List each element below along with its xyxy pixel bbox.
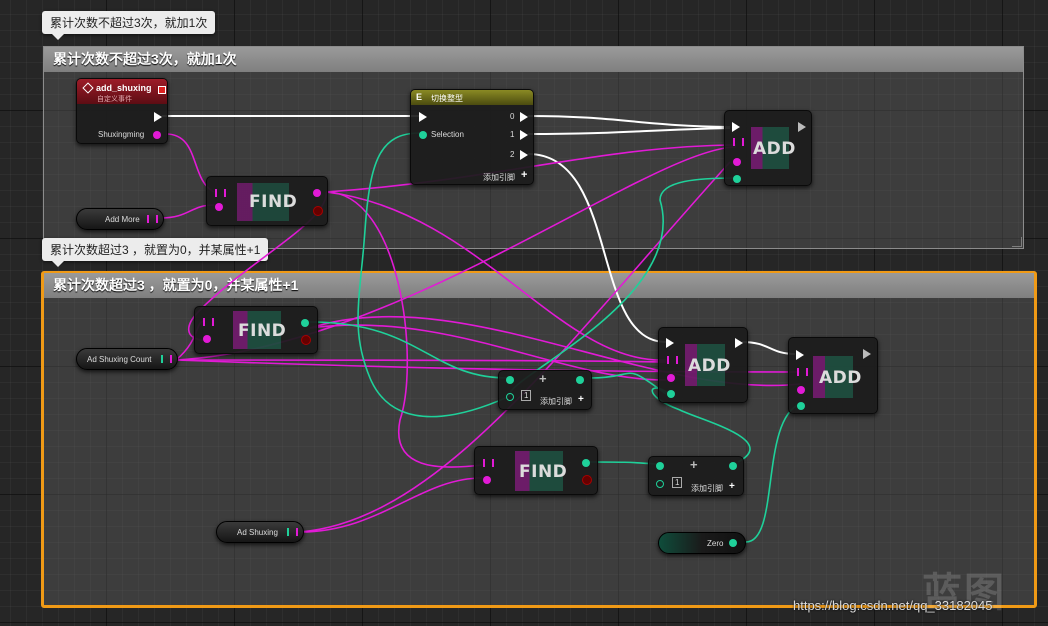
output-pin[interactable] — [301, 319, 309, 327]
node-title: 切换整型 — [431, 94, 463, 103]
wildcard-pin[interactable] — [215, 203, 223, 211]
pin-label: Selection — [431, 130, 464, 139]
bool-pin[interactable] — [313, 206, 323, 216]
node-title: ADD — [688, 356, 731, 376]
bool-pin[interactable] — [301, 335, 311, 345]
add-pin-label[interactable]: 添加引脚 — [483, 172, 515, 183]
pin-label: 2 — [510, 150, 515, 159]
bool-pin[interactable] — [582, 475, 592, 485]
index-field[interactable]: 1 — [521, 390, 532, 401]
map-pin-icon[interactable] — [667, 356, 678, 364]
int-pin[interactable] — [506, 376, 514, 384]
exec-out-hollow-icon[interactable] — [798, 122, 806, 132]
exec-out-pin[interactable] — [735, 338, 743, 348]
plus-icon[interactable]: + — [578, 394, 584, 405]
int-pin[interactable] — [656, 462, 664, 470]
variable-getter-ad-shuxing-count[interactable]: Ad Shuxing Count — [76, 348, 178, 370]
map-pin-icon[interactable] — [203, 318, 214, 326]
exec-out-pin[interactable] — [520, 150, 528, 160]
output-pin[interactable] — [582, 459, 590, 467]
exec-wire — [527, 115, 731, 128]
variable-name: Add More — [105, 215, 140, 224]
variable-getter-zero[interactable]: Zero — [658, 532, 746, 554]
map-pin-icon[interactable] — [147, 215, 158, 223]
exec-in-pin[interactable] — [732, 122, 740, 132]
variable-getter-add-more[interactable]: Add More — [76, 208, 164, 230]
map-pin-icon[interactable] — [287, 528, 298, 536]
int-pin[interactable] — [419, 131, 427, 139]
find-node[interactable]: FIND — [194, 306, 318, 354]
variable-name: Ad Shuxing — [237, 528, 278, 537]
wildcard-pin[interactable] — [667, 374, 675, 382]
switch-icon: E — [416, 92, 423, 102]
map-pin-icon[interactable] — [483, 459, 494, 467]
exec-wire — [527, 127, 731, 135]
exec-in-pin[interactable] — [796, 350, 804, 360]
int-pin[interactable] — [733, 175, 741, 183]
add-node[interactable]: ADD — [724, 110, 812, 186]
exec-out-hollow-icon[interactable] — [863, 349, 871, 359]
node-title: ADD — [753, 139, 796, 159]
node-title: FIND — [238, 321, 287, 341]
index-field[interactable]: 1 — [672, 477, 683, 488]
switch-int-node[interactable]: E 切换整型 Selection 0 1 2 添加引脚 + — [410, 89, 534, 185]
pin-label: Shuxingming — [98, 130, 145, 139]
int-out-pin[interactable] — [576, 376, 584, 384]
exec-in-pin[interactable] — [666, 338, 674, 348]
plus-icon[interactable]: + — [539, 371, 547, 386]
pin-label: 1 — [510, 130, 515, 139]
map-pin-icon[interactable] — [161, 355, 172, 363]
add-node[interactable]: ADD — [658, 327, 748, 403]
int-pin[interactable] — [506, 393, 514, 401]
wildcard-pin[interactable] — [203, 335, 211, 343]
int-pin[interactable] — [797, 402, 805, 410]
find-node[interactable]: FIND — [474, 446, 598, 495]
custom-event-node[interactable]: add_shuxing 自定义事件 Shuxingming — [76, 78, 168, 144]
exec-out-pin[interactable] — [520, 112, 528, 122]
watermark-url: https://blog.csdn.net/qq_33182045 — [793, 598, 993, 613]
add-pin-label[interactable]: 添加引脚 — [540, 396, 572, 407]
node-title: FIND — [249, 192, 298, 212]
int-pin[interactable] — [667, 390, 675, 398]
pin-label: 0 — [510, 112, 515, 121]
map-pin-icon[interactable] — [797, 368, 808, 376]
int-out-pin[interactable] — [729, 462, 737, 470]
variable-name: Zero — [707, 539, 724, 548]
plus-icon[interactable]: + — [521, 169, 527, 181]
add-node[interactable]: ADD — [788, 337, 878, 414]
plus-icon[interactable]: + — [690, 457, 698, 472]
variable-name: Ad Shuxing Count — [87, 355, 152, 364]
map-pin-icon[interactable] — [733, 138, 744, 146]
int-pin[interactable] — [656, 480, 664, 488]
node-title: ADD — [819, 368, 862, 388]
map-pin-icon[interactable] — [215, 189, 226, 197]
make-array-node[interactable]: + 1 添加引脚 + — [498, 370, 592, 410]
output-pin[interactable] — [313, 189, 321, 197]
node-subtitle: 自定义事件 — [97, 96, 132, 103]
node-title: FIND — [519, 462, 568, 482]
delegate-pin-icon[interactable] — [158, 86, 166, 94]
variable-getter-ad-shuxing[interactable]: Ad Shuxing — [216, 521, 304, 543]
exec-out-pin[interactable] — [520, 130, 528, 140]
node-header — [411, 90, 533, 105]
make-array-node[interactable]: + 1 添加引脚 + — [648, 456, 744, 496]
wildcard-pin[interactable] — [797, 386, 805, 394]
exec-in-pin[interactable] — [419, 112, 427, 122]
wildcard-pin[interactable] — [483, 476, 491, 484]
int-pin[interactable] — [729, 539, 737, 547]
exec-out-pin[interactable] — [154, 112, 162, 122]
plus-icon[interactable]: + — [729, 481, 735, 492]
map-pin[interactable] — [153, 131, 161, 139]
add-pin-label[interactable]: 添加引脚 — [691, 483, 723, 494]
wildcard-pin[interactable] — [733, 158, 741, 166]
node-title: add_shuxing — [96, 83, 152, 93]
find-node[interactable]: FIND — [206, 176, 328, 226]
